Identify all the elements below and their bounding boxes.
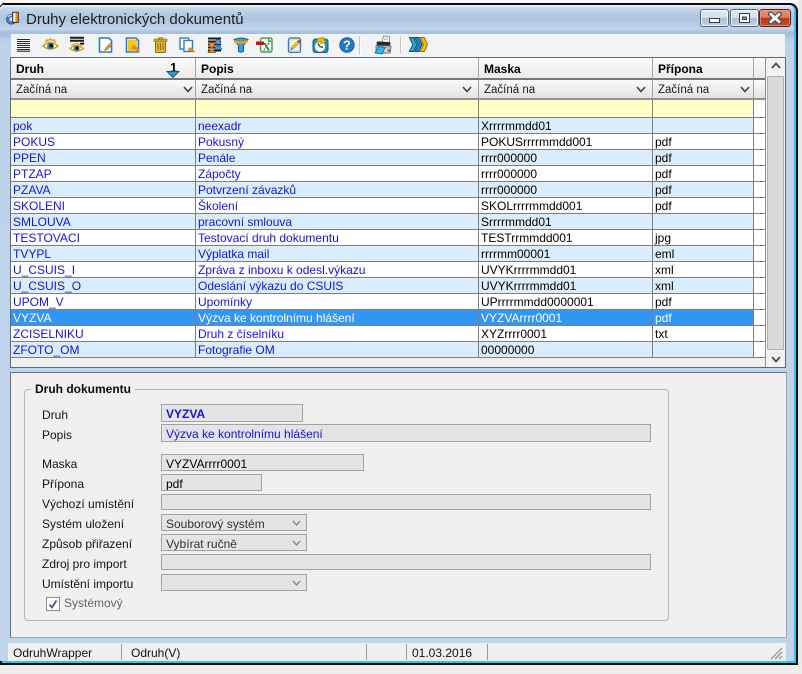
svg-text:?: ? xyxy=(343,39,351,53)
svg-text:X: X xyxy=(262,42,271,54)
